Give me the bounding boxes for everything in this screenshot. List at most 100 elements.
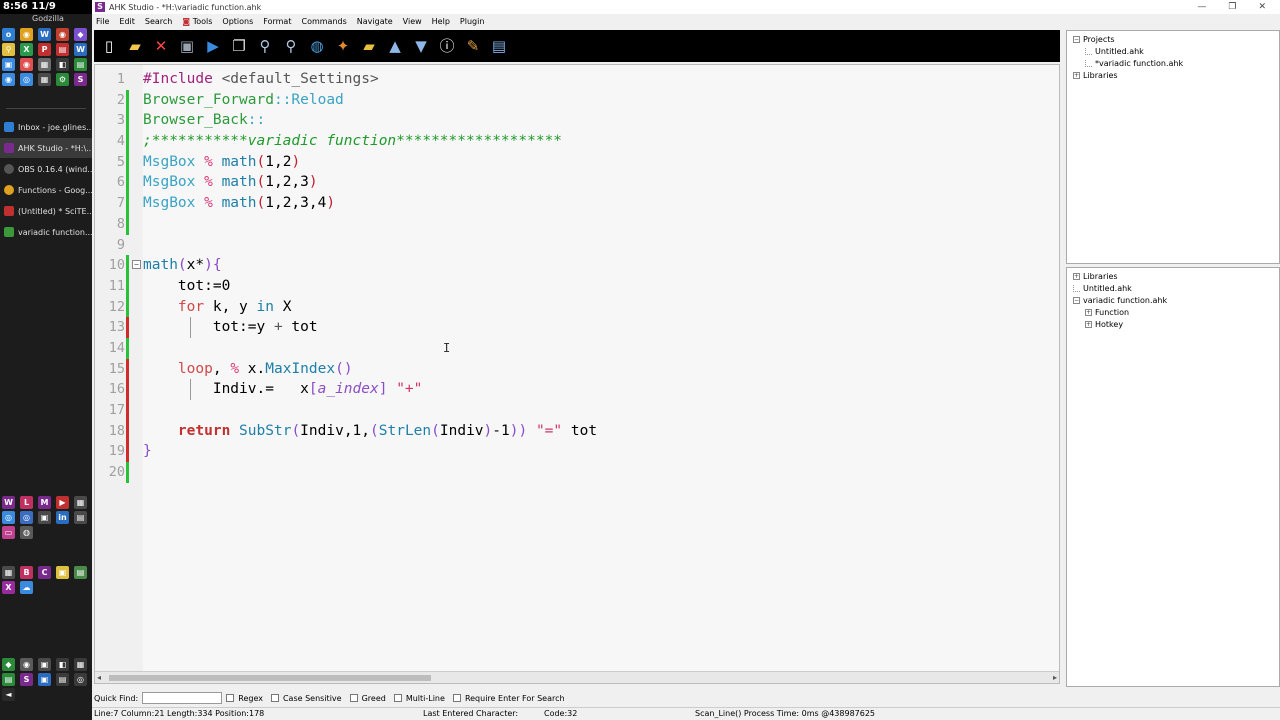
app-icon-s6[interactable]: ▭ [2, 526, 15, 539]
tree-expander-icon[interactable]: + [1073, 273, 1080, 280]
down-icon[interactable]: ▼ [410, 35, 432, 57]
menu-commands[interactable]: Commands [301, 17, 346, 26]
code-line[interactable]: 17 [109, 400, 1059, 421]
app-icon-m[interactable]: M [38, 496, 51, 509]
app-icon-13[interactable]: ▦ [38, 58, 51, 71]
code-line[interactable]: 10− math(x*){ [109, 255, 1059, 276]
code-line[interactable]: 4 ;***********variadic function**********… [117, 131, 1059, 152]
search-icon[interactable]: ⚲ [254, 35, 276, 57]
tray-icon-5[interactable]: ▦ [74, 658, 87, 671]
word-icon-2[interactable]: W [74, 43, 87, 56]
code-editor[interactable]: 1 #Include <default_Settings> 2 Browser_For… [94, 64, 1060, 684]
code-line[interactable]: 8 [117, 213, 1059, 235]
menu-help[interactable]: Help [432, 17, 450, 26]
menu-edit[interactable]: Edit [119, 17, 135, 26]
powerpoint-icon[interactable]: P [38, 43, 51, 56]
app-icon-b6[interactable]: X [2, 581, 15, 594]
app-icon-12[interactable]: ◉ [20, 58, 33, 71]
plugin-icon[interactable]: ✎ [462, 35, 484, 57]
app-icon-b2[interactable]: B [20, 566, 33, 579]
app-icon-w[interactable]: W [2, 496, 15, 509]
minimize-button[interactable]: — [1197, 0, 1206, 14]
app-icon-b1[interactable]: ▦ [2, 566, 15, 579]
tray-icon-4[interactable]: ◧ [56, 658, 69, 671]
word-icon[interactable]: W [38, 28, 51, 41]
case-sensitive-checkbox[interactable]: Case Sensitive [270, 694, 342, 703]
run-icon[interactable]: ▶ [202, 35, 224, 57]
quick-find-input[interactable] [142, 692, 223, 704]
app-icon-14[interactable]: ◧ [56, 58, 69, 71]
info-icon[interactable]: ⓘ [436, 35, 458, 57]
tray-icon-6[interactable]: ▤ [2, 673, 15, 686]
app-icon-s7[interactable]: ◍ [20, 526, 33, 539]
tree-node[interactable]: *variadic function.ahk [1073, 58, 1279, 70]
code-line[interactable]: 15 loop, % x.MaxIndex() [109, 358, 1059, 380]
app-icon-l[interactable]: L [20, 496, 33, 509]
task-item[interactable]: variadic function... [0, 222, 92, 242]
app-icon-16[interactable]: ◉ [2, 73, 15, 86]
scrollbar-thumb[interactable] [109, 675, 431, 681]
code-line[interactable]: 2 Browser_Forward::Reload [117, 89, 1059, 111]
new-file-icon[interactable]: ▯ [98, 35, 120, 57]
menu-search[interactable]: Search [145, 17, 172, 26]
menu-tools[interactable]: ◙ Tools [182, 17, 212, 26]
menu-navigate[interactable]: Navigate [357, 17, 393, 26]
pdf-icon[interactable]: ▤ [56, 43, 69, 56]
tree-node[interactable]: + Libraries [1073, 271, 1279, 283]
open-folder-icon[interactable]: ▰ [124, 35, 146, 57]
greed-checkbox[interactable]: Greed [349, 694, 386, 703]
app-icon-grid[interactable]: ▦ [74, 496, 87, 509]
tree-node[interactable]: + Libraries [1073, 70, 1279, 82]
multi-line-checkbox[interactable]: Multi-Line [393, 694, 445, 703]
search-app-icon[interactable]: ⚲ [2, 43, 15, 56]
tray-icon-1[interactable]: ◆ [2, 658, 15, 671]
save-icon[interactable]: ▣ [176, 35, 198, 57]
code-line[interactable]: 19} [109, 441, 1059, 463]
tray-icon-8[interactable]: ▣ [38, 673, 51, 686]
globe-icon[interactable]: ◍ [306, 35, 328, 57]
tree-expander-icon[interactable]: + [1085, 321, 1092, 328]
code-line[interactable]: 12 for k, y in X [109, 296, 1059, 318]
menu-options[interactable]: Options [222, 17, 253, 26]
task-item[interactable]: Functions - Goog... [0, 180, 92, 200]
settings-icon[interactable]: ▤ [488, 35, 510, 57]
tree-expander-icon[interactable]: + [1085, 309, 1092, 316]
scroll-left-icon[interactable]: ◂ [97, 672, 101, 684]
cloud-icon[interactable]: ☁ [20, 581, 33, 594]
copy-icon[interactable]: ❐ [228, 35, 250, 57]
tree-node[interactable]: + Function [1073, 307, 1279, 319]
task-item[interactable]: Inbox - joe.glines... [0, 117, 92, 137]
tray-icon-2[interactable]: ◉ [20, 658, 33, 671]
close-button[interactable]: ✕ [1258, 0, 1266, 14]
excel-icon[interactable]: X [20, 43, 33, 56]
app-icon-s5[interactable]: ▤ [74, 511, 87, 524]
tree-node[interactable]: Untitled.ahk [1073, 46, 1279, 58]
app-icon-17[interactable]: ◎ [20, 73, 33, 86]
firefox-icon[interactable]: ◉ [56, 28, 69, 41]
app-icon-11[interactable]: ▣ [2, 58, 15, 71]
tree-node[interactable]: Untitled.ahk [1073, 283, 1279, 295]
tray-icon-10[interactable]: ◎ [74, 673, 87, 686]
replace-icon[interactable]: ⚲ [280, 35, 302, 57]
require-enter-checkbox[interactable]: Require Enter For Search [452, 694, 565, 703]
code-area[interactable]: 1 #Include <default_Settings> 2 Browser_For… [109, 69, 1059, 483]
linkedin-icon[interactable]: in [56, 511, 69, 524]
horizontal-scrollbar[interactable]: ◂ ▸ [95, 671, 1059, 683]
tree-expander-icon[interactable]: − [1073, 297, 1080, 304]
code-line[interactable]: 9 [117, 235, 1059, 256]
app-icon-19[interactable]: ⚙ [56, 73, 69, 86]
menu-format[interactable]: Format [263, 17, 291, 26]
app-icon-s2[interactable]: ◎ [20, 511, 33, 524]
menu-plugin[interactable]: Plugin [460, 17, 485, 26]
tree-node[interactable]: − variadic function.ahk [1073, 295, 1279, 307]
code-line[interactable]: 13 tot:=y + tot [109, 317, 1059, 338]
ahk-studio-quick-icon[interactable]: S [74, 73, 87, 86]
task-item-active[interactable]: AHK Studio - *H:\... [0, 138, 92, 158]
tree-expander-icon[interactable]: − [1073, 36, 1080, 43]
app-icon-b5[interactable]: ▤ [74, 566, 87, 579]
app-icon-18[interactable]: ▦ [38, 73, 51, 86]
tray-ahk-icon[interactable]: S [20, 673, 33, 686]
add-folder-icon[interactable]: ▰ [358, 35, 380, 57]
task-item[interactable]: OBS 0.16.4 (wind... [0, 159, 92, 179]
tree-node[interactable]: − Projects [1073, 34, 1279, 46]
